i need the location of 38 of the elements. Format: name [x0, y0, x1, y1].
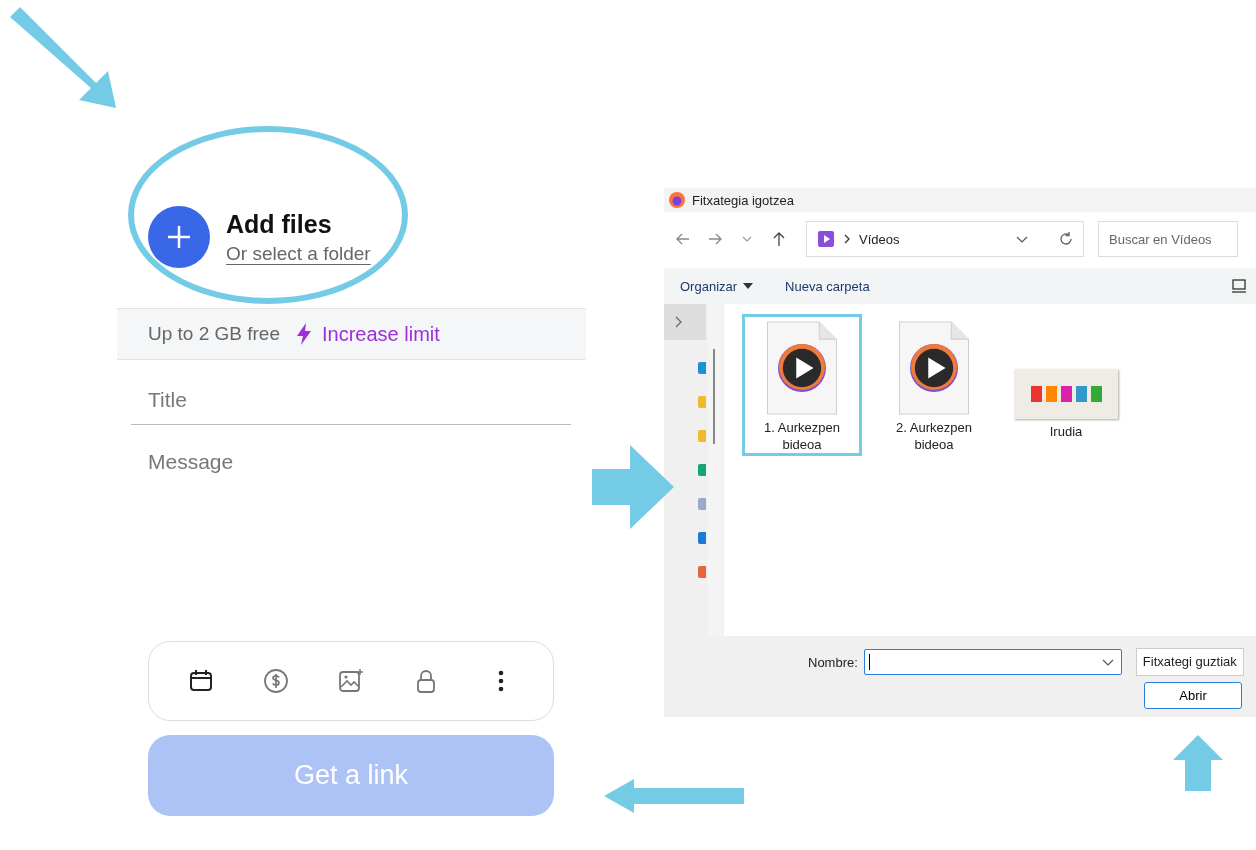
breadcrumb-chevron-icon: [843, 233, 851, 245]
video-file-icon: [765, 321, 839, 415]
new-folder-button[interactable]: Nueva carpeta: [785, 278, 870, 294]
organize-menu-button[interactable]: Organizar: [680, 278, 754, 294]
image-sparkle-icon[interactable]: [337, 668, 364, 694]
expand-chevron-icon[interactable]: [674, 316, 684, 328]
refresh-icon[interactable]: [1057, 230, 1075, 248]
file-item[interactable]: 2. Aurkezpen bideoa: [874, 314, 994, 456]
calendar-icon[interactable]: [187, 668, 214, 694]
view-pane-icon[interactable]: [1232, 279, 1246, 293]
video-folder-icon: [817, 230, 835, 248]
add-files-title[interactable]: Add files: [226, 209, 371, 239]
file-item[interactable]: 1. Aurkezpen bideoa: [742, 314, 862, 456]
caret-icon: [743, 283, 754, 289]
filename-label: Nombre:: [808, 654, 858, 670]
browser-logo-icon: [668, 191, 686, 209]
title-field[interactable]: Title: [131, 375, 571, 425]
file-type-dropdown[interactable]: Fitxategi guztiak: [1135, 648, 1244, 676]
increase-limit-link[interactable]: Increase limit: [296, 322, 440, 346]
address-bar[interactable]: Vídeos: [806, 221, 1084, 257]
limit-text: Up to 2 GB free: [148, 323, 280, 345]
callout-arrow: [1173, 735, 1223, 791]
text-cursor: [868, 654, 870, 670]
dollar-coin-icon[interactable]: [262, 668, 289, 694]
file-name: 1. Aurkezpen bideoa: [763, 419, 841, 453]
open-button[interactable]: Abrir: [1144, 682, 1242, 709]
path-segment[interactable]: Vídeos: [859, 231, 900, 247]
video-file-icon: [897, 321, 971, 415]
file-item[interactable]: Irudia: [1006, 314, 1126, 456]
select-folder-link[interactable]: Or select a folder: [226, 242, 371, 265]
lightning-bolt-icon: [296, 323, 312, 345]
file-name: 2. Aurkezpen bideoa: [895, 419, 973, 453]
dialog-title: Fitxategia igotzea: [692, 192, 794, 208]
add-files-plus-icon[interactable]: [148, 206, 210, 268]
search-field[interactable]: Buscar en Vídeos: [1098, 221, 1238, 257]
message-field[interactable]: Message: [131, 445, 586, 625]
file-name: Irudia: [1048, 423, 1084, 440]
filename-field[interactable]: [863, 649, 1122, 675]
